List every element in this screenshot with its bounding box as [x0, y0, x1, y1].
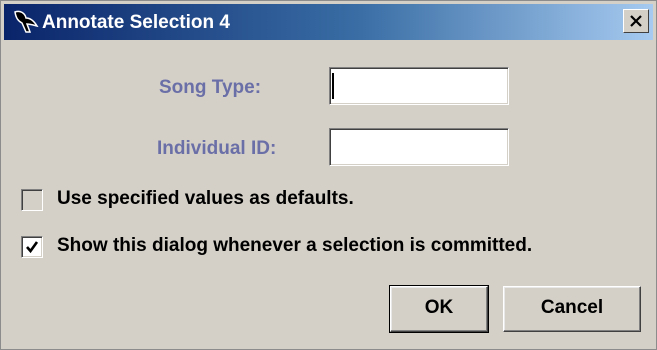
bird-icon — [11, 9, 39, 35]
use-defaults-label: Use specified values as defaults. — [57, 188, 354, 209]
dialog-title: Annotate Selection 4 — [42, 12, 230, 33]
close-icon — [630, 15, 642, 27]
close-button[interactable] — [623, 9, 649, 33]
ok-button[interactable]: OK — [389, 285, 489, 333]
show-dialog-label: Show this dialog whenever a selection is… — [57, 235, 533, 256]
checkmark-icon — [26, 241, 39, 254]
cancel-button[interactable]: Cancel — [503, 286, 641, 332]
title-bar[interactable]: Annotate Selection 4 — [4, 4, 653, 40]
show-dialog-checkbox[interactable] — [21, 236, 43, 258]
individual-id-label: Individual ID: — [157, 138, 277, 159]
use-defaults-option[interactable]: Use specified values as defaults. — [21, 185, 451, 215]
individual-id-input[interactable] — [329, 128, 509, 166]
show-dialog-option[interactable]: Show this dialog whenever a selection is… — [21, 232, 651, 262]
text-caret — [332, 73, 334, 99]
annotate-dialog: Annotate Selection 4 Song Type: Individu… — [0, 0, 657, 350]
song-type-input[interactable] — [329, 67, 509, 105]
song-type-label: Song Type: — [159, 77, 262, 98]
use-defaults-checkbox[interactable] — [21, 189, 43, 211]
